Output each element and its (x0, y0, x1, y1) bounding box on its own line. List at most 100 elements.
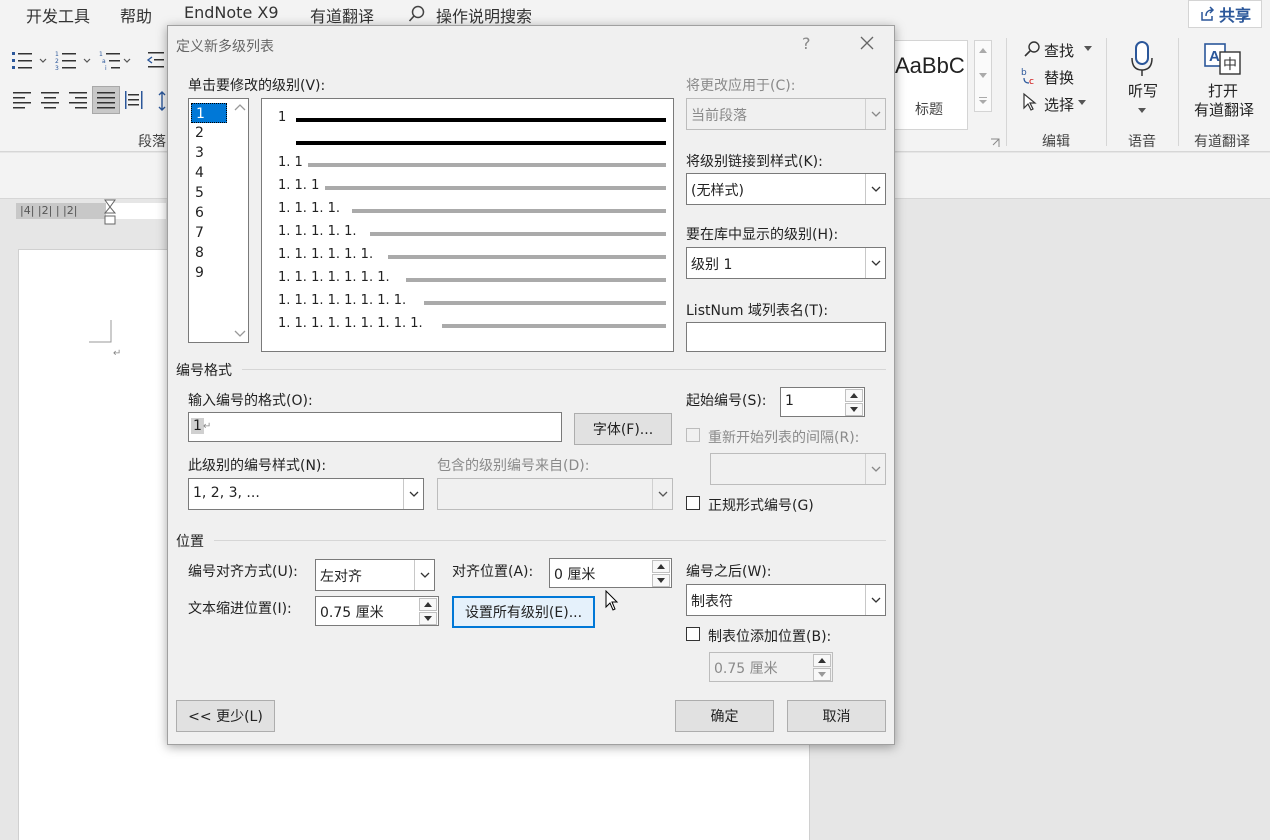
number-format-section-title: 编号格式 (176, 360, 232, 380)
link-style-select[interactable]: (无样式) (686, 173, 886, 205)
svg-text:a: a (102, 58, 106, 65)
level-item-3[interactable]: 3 (191, 143, 227, 163)
select-button[interactable]: 选择 (1044, 94, 1074, 115)
preview-number-level-1: 1 (278, 110, 286, 125)
set-all-levels-button[interactable]: 设置所有级别(E)... (452, 596, 595, 628)
justify-button[interactable] (92, 86, 120, 114)
decrease-indent-icon[interactable] (146, 50, 166, 70)
listnum-input[interactable] (686, 322, 886, 352)
align-left-icon[interactable] (12, 90, 32, 110)
translate-icon[interactable]: A 中 (1204, 42, 1242, 76)
number-style-select[interactable]: 1, 2, 3, ... (188, 478, 424, 510)
share-button[interactable]: 共享 (1188, 0, 1262, 28)
spin-up-button[interactable] (845, 389, 863, 402)
less-button[interactable]: << 更少(L) (176, 700, 275, 732)
menu-endnote[interactable]: EndNote X9 (184, 3, 279, 22)
open-youdao-button-line2[interactable]: 有道翻译 (1194, 99, 1254, 120)
preview-number-level-6: 1. 1. 1. 1. 1. 1. (278, 247, 373, 262)
preview-line-level-5 (370, 232, 666, 236)
dropdown-arrow (865, 585, 885, 615)
number-style-label: 此级别的编号样式(N): (188, 455, 326, 475)
preview-line-level-1-cont (296, 141, 666, 145)
gallery-level-value: 级别 1 (691, 254, 732, 274)
scroll-up-icon[interactable] (234, 103, 246, 111)
align-center-icon[interactable] (40, 90, 60, 110)
level-item-4[interactable]: 4 (191, 163, 227, 183)
styles-gallery-scroll[interactable] (974, 40, 992, 112)
spin-down-button[interactable] (652, 574, 670, 587)
level-item-7[interactable]: 7 (191, 223, 227, 243)
numbering-icon[interactable]: 1 2 3 (54, 50, 94, 70)
level-item-9[interactable]: 9 (191, 263, 227, 283)
legal-style-label: 正规形式编号(G) (708, 495, 814, 515)
aligned-at-value: 0 厘米 (554, 564, 595, 584)
menu-developer[interactable]: 开发工具 (26, 3, 90, 27)
search-icon (408, 5, 426, 23)
chevron-down-icon (658, 491, 668, 497)
menu-help[interactable]: 帮助 (120, 3, 152, 27)
font-button[interactable]: 字体(F)... (574, 413, 672, 445)
cancel-button[interactable]: 取消 (787, 700, 886, 732)
chevron-down-icon (818, 672, 826, 677)
distributed-icon[interactable] (124, 90, 144, 110)
dropdown-arrow (865, 174, 885, 204)
apply-to-select[interactable]: 当前段落 (686, 98, 886, 130)
spin-down-button[interactable] (845, 403, 863, 416)
restart-list-checkbox[interactable] (686, 428, 700, 442)
youdao-group-label: 有道翻译 (1194, 131, 1250, 151)
spin-down-button[interactable] (813, 668, 831, 681)
text-indent-value: 0.75 厘米 (320, 602, 384, 622)
add-tab-stop-checkbox[interactable] (686, 627, 700, 641)
level-item-8[interactable]: 8 (191, 243, 227, 263)
follow-number-select[interactable]: 制表符 (686, 584, 886, 616)
aligned-at-label: 对齐位置(A): (452, 561, 533, 581)
indent-marker-icon[interactable] (104, 199, 116, 229)
spin-up-button[interactable] (652, 560, 670, 573)
level-item-6[interactable]: 6 (191, 203, 227, 223)
include-from-select[interactable] (437, 478, 673, 510)
bullets-icon[interactable] (10, 50, 50, 70)
alignment-select[interactable]: 左对齐 (315, 559, 435, 591)
svg-text:中: 中 (1223, 57, 1237, 73)
start-at-spinner[interactable]: 1 (780, 387, 865, 417)
scroll-down-icon[interactable] (234, 330, 246, 338)
text-indent-spinner[interactable]: 0.75 厘米 (315, 596, 439, 626)
paragraph-group-label: 段落 (138, 131, 166, 151)
ok-button[interactable]: 确定 (675, 700, 774, 732)
level-item-1[interactable]: 1 (191, 103, 227, 123)
style-heading-item[interactable]: AaBbC 标题 (894, 40, 968, 130)
voice-group-label: 语音 (1128, 131, 1156, 151)
open-youdao-button-line1[interactable]: 打开 (1208, 80, 1238, 101)
scroll-up-icon (979, 47, 987, 53)
dictate-button[interactable]: 听写 (1128, 80, 1158, 101)
follow-number-value: 制表符 (691, 591, 733, 611)
alignment-label: 编号对齐方式(U): (188, 561, 298, 581)
spin-up-button[interactable] (813, 654, 831, 667)
number-format-input[interactable]: 1 ↵ (188, 412, 562, 442)
chevron-down-icon (871, 186, 881, 192)
level-item-2[interactable]: 2 (191, 123, 227, 143)
gallery-level-select[interactable]: 级别 1 (686, 247, 886, 279)
microphone-icon[interactable] (1128, 40, 1156, 80)
spin-down-button[interactable] (419, 612, 437, 625)
align-right-icon[interactable] (68, 90, 88, 110)
multilevel-list-icon[interactable]: 1 a i (98, 50, 138, 70)
chevron-down-icon (850, 407, 858, 412)
replace-button[interactable]: 替换 (1044, 67, 1074, 88)
chevron-down-icon (1138, 108, 1146, 114)
find-button[interactable]: 查找 (1044, 40, 1074, 61)
menu-youdao[interactable]: 有道翻译 (310, 3, 374, 27)
styles-dialog-launcher-icon[interactable] (990, 138, 1000, 148)
spin-up-button[interactable] (419, 598, 437, 611)
help-button[interactable]: ? (802, 34, 811, 53)
paragraph-mark-icon: ↵ (113, 348, 121, 359)
dropdown-arrow (865, 248, 885, 278)
aligned-at-spinner[interactable]: 0 厘米 (549, 558, 672, 588)
restart-after-select[interactable] (710, 453, 886, 485)
legal-style-checkbox[interactable] (686, 496, 700, 510)
tab-stop-spinner[interactable]: 0.75 厘米 (709, 652, 833, 682)
close-button[interactable] (856, 32, 878, 54)
level-list[interactable]: 1 2 3 4 5 6 7 8 9 (188, 98, 249, 343)
tell-me-search[interactable]: 操作说明搜索 (436, 3, 532, 27)
level-item-5[interactable]: 5 (191, 183, 227, 203)
